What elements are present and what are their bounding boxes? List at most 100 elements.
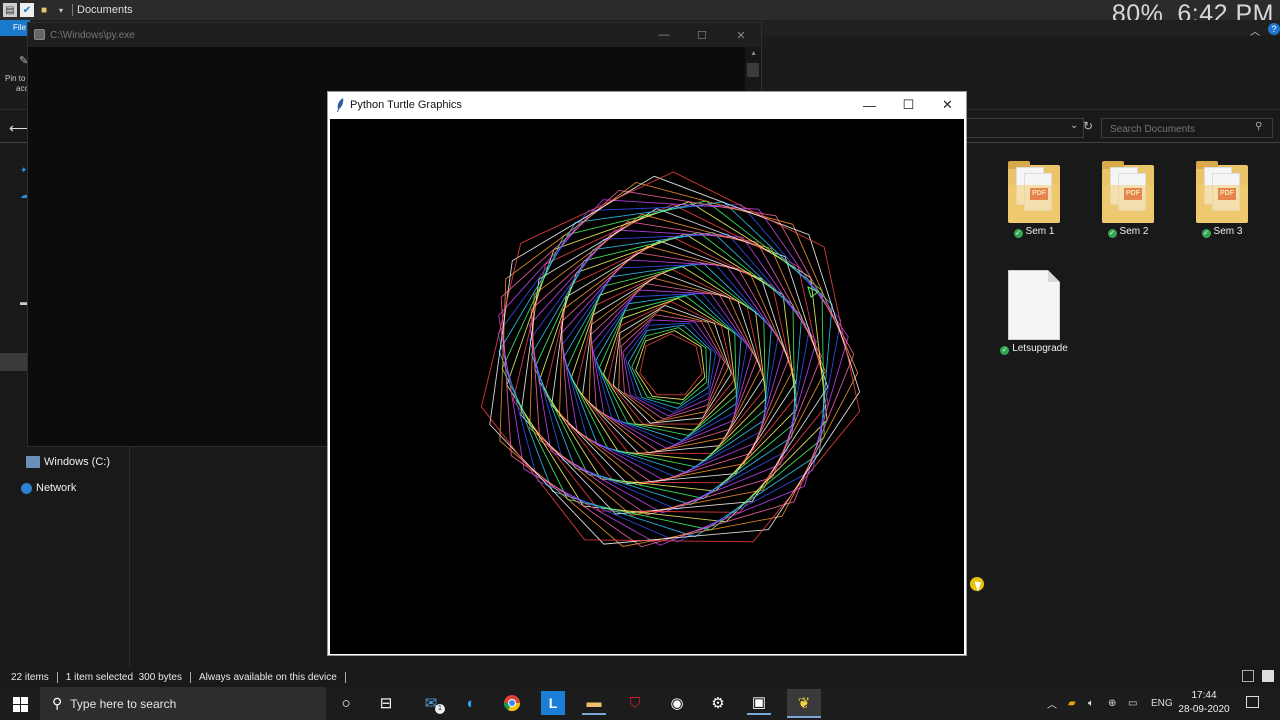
file-name: Sem 1 <box>1025 226 1055 237</box>
turtle-maximize-button[interactable]: ☐ <box>889 92 928 118</box>
python-turtle-taskbar-icon[interactable]: ❦ <box>787 689 821 718</box>
turtle-window-title: Python Turtle Graphics <box>350 99 462 111</box>
sidebar-item-label: Network <box>36 482 77 494</box>
desktop: ▤ ✔ ■ ▾ Documents 80% 6:42 PM File ︿ ? ✎ … <box>0 0 1280 720</box>
address-dropdown-icon[interactable]: ⌄ <box>1070 120 1078 131</box>
spiral-ring <box>576 268 766 454</box>
pdf-folder-icon: PDF <box>1008 161 1060 223</box>
spiral-ring <box>560 252 790 484</box>
tab-file-label: File <box>13 23 26 32</box>
synced-check-icon: ✓ <box>1000 346 1010 355</box>
console-close-button[interactable]: ✕ <box>722 23 760 47</box>
availability-status: Always available on this device <box>198 671 337 683</box>
settings-gear-icon[interactable]: ⚙ <box>706 691 730 715</box>
sidebar-item-label: Windows (C:) <box>44 456 111 468</box>
search-icon[interactable]: ⚲ <box>1255 121 1262 132</box>
volume-icon[interactable]: 🔈︎ <box>1088 687 1094 720</box>
turtle-canvas[interactable] <box>330 119 964 654</box>
drive-icon <box>26 456 40 468</box>
chrome-icon[interactable] <box>500 691 524 715</box>
file-item-sem-2[interactable]: PDF ✓Sem 2 <box>1088 161 1168 238</box>
feather-icon <box>337 98 344 112</box>
task-view-icon[interactable]: ⊟ <box>374 691 398 715</box>
synced-check-icon: ✓ <box>1013 229 1023 238</box>
console-scroll-thumb[interactable] <box>747 63 759 77</box>
mail-badge: 1 <box>435 704 445 714</box>
spiral-ring <box>635 330 706 400</box>
media-player-icon[interactable]: ◉ <box>665 691 689 715</box>
clock-date: 28-09-2020 <box>1178 704 1230 715</box>
console-app-icon <box>34 29 45 40</box>
search-documents-box[interactable] <box>1101 118 1273 139</box>
taskbar-search-input[interactable] <box>70 696 291 711</box>
spiral-ring <box>560 259 785 482</box>
explorer-statusbar: 22 items 1 item selected 300 bytes Alway… <box>0 667 1280 687</box>
python-launcher-icon[interactable]: ▣ <box>747 691 771 715</box>
pdf-folder-icon: PDF <box>1196 161 1248 223</box>
synced-check-icon: ✓ <box>1107 229 1117 238</box>
item-count: 22 items <box>11 671 49 683</box>
show-hidden-icons[interactable]: ︿ <box>1047 687 1057 720</box>
notification-center-icon[interactable] <box>1246 696 1259 708</box>
explorer-title: Documents <box>77 4 133 16</box>
turtle-close-button[interactable]: ✕ <box>928 92 967 118</box>
language-indicator[interactable]: ENG <box>1151 687 1173 720</box>
file-item-sem-3[interactable]: PDF ✓Sem 3 <box>1182 161 1262 238</box>
large-icons-view-icon[interactable] <box>1262 670 1274 682</box>
file-name: Letsupgrade <box>1012 343 1068 354</box>
details-view-icon[interactable] <box>1242 670 1254 682</box>
sidebar-item-network[interactable]: Network <box>21 482 76 494</box>
spiral-ring <box>627 324 712 409</box>
explorer-app-icon[interactable]: ▤ <box>3 3 17 17</box>
spiral-ring <box>639 333 703 396</box>
taskbar-search[interactable]: ⚲ <box>40 687 326 720</box>
refresh-icon[interactable]: ↻ <box>1083 119 1093 133</box>
tab-file[interactable]: File <box>0 20 30 36</box>
quick-access-dropdown-icon[interactable]: ▾ <box>54 3 68 17</box>
tray-app-icon[interactable]: ▰ <box>1068 687 1076 720</box>
letsupgrade-app-icon[interactable]: L <box>541 691 565 715</box>
start-button[interactable] <box>0 687 40 720</box>
file-explorer-icon[interactable]: ▬ <box>582 691 606 715</box>
synced-check-icon: ✓ <box>1201 229 1211 238</box>
language-label: ENG <box>1151 698 1173 709</box>
cortana-icon[interactable]: ○ <box>334 691 358 715</box>
sidebar-item-windows-c[interactable]: Windows (C:) <box>26 456 110 468</box>
file-name: Sem 3 <box>1213 226 1243 237</box>
battery-icon[interactable]: ▭ <box>1128 687 1137 720</box>
pdf-folder-icon: PDF <box>1102 161 1154 223</box>
file-item-letsupgrade[interactable]: ✓ Letsupgrade <box>994 270 1074 355</box>
network-globe-icon[interactable]: ⊕ <box>1108 687 1116 720</box>
new-folder-icon[interactable]: ■ <box>37 3 51 17</box>
mcafee-icon[interactable]: ⛉ <box>623 691 647 715</box>
nav-selected-item[interactable] <box>0 353 28 371</box>
file-item-sem-1[interactable]: PDF ✓Sem 1 <box>994 161 1074 238</box>
search-icon: ⚲ <box>52 695 63 711</box>
spiral-ring <box>624 322 717 413</box>
scroll-up-arrow-icon[interactable]: ▲ <box>750 50 757 57</box>
console-title: C:\Windows\py.exe <box>50 29 135 41</box>
search-input[interactable] <box>1102 120 1250 139</box>
console-minimize-button[interactable]: — <box>645 23 683 47</box>
properties-icon[interactable]: ✔ <box>20 3 34 17</box>
selection-info: 1 item selected 300 bytes <box>65 671 182 683</box>
network-icon <box>21 482 32 494</box>
console-maximize-button[interactable]: ☐ <box>683 23 721 47</box>
turtle-minimize-button[interactable]: — <box>850 92 889 118</box>
title-separator <box>72 4 73 16</box>
address-bar[interactable] <box>966 118 1084 138</box>
turtle-graphics-window[interactable]: Python Turtle Graphics — ☐ ✕ <box>327 91 967 656</box>
help-icon[interactable]: ? <box>1268 23 1280 35</box>
windows-logo-icon <box>13 697 20 704</box>
pin-to-quick-access-label[interactable]: Pin to acc <box>5 74 28 94</box>
explorer-titlebar: ▤ ✔ ■ ▾ Documents <box>0 0 1280 20</box>
taskbar-clock[interactable]: 17:44 28-09-2020 <box>1172 689 1236 717</box>
edge-icon[interactable]: ◐ <box>459 691 483 715</box>
spiral-ring <box>631 327 708 405</box>
pin-label-line1: Pin to <box>5 74 26 83</box>
file-name: Sem 2 <box>1119 226 1149 237</box>
taskbar: ⚲ ○ ⊟ ✉ 1 ◐ L ▬ ⛉ ◉ ⚙ ▣ ❦ ︿ ▰ 🔈︎ ⊕ ▭ ENG… <box>0 687 1280 720</box>
turtle-drawing <box>480 171 861 548</box>
spiral-ring <box>595 293 742 441</box>
text-file-icon <box>1008 270 1060 340</box>
